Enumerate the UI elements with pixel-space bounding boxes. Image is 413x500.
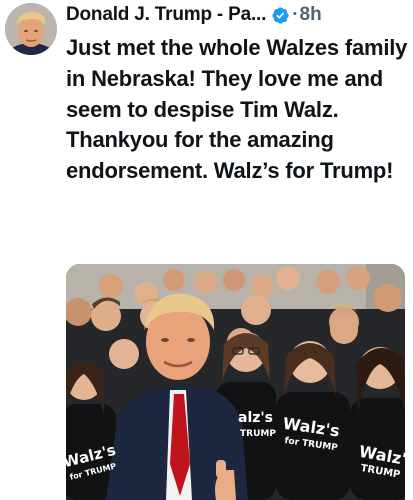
tweet-header: Donald J. Trump - Pa... · 8h: [66, 2, 407, 28]
tweet-card: Donald J. Trump - Pa... · 8h Just met th…: [0, 0, 413, 500]
avatar-image: [5, 3, 57, 55]
svg-text:alz's: alz's: [238, 410, 273, 426]
avatar[interactable]: [5, 3, 57, 55]
author-name[interactable]: Donald J. Trump - Pa...: [66, 4, 266, 26]
photo-crowd-image: Walz's for TRUMP alz's TRUMP Walz's for …: [66, 264, 405, 500]
tweet-text: Just met the whole Walzes family in Nebr…: [66, 35, 408, 184]
timestamp[interactable]: 8h: [300, 4, 322, 26]
verified-badge-icon: [272, 6, 289, 24]
tweet-photo[interactable]: Walz's for TRUMP alz's TRUMP Walz's for …: [66, 264, 405, 500]
shirt-print-2: alz's TRUMP: [238, 410, 276, 439]
timestamp-separator: ·: [292, 4, 299, 25]
svg-text:TRUMP: TRUMP: [240, 429, 276, 439]
